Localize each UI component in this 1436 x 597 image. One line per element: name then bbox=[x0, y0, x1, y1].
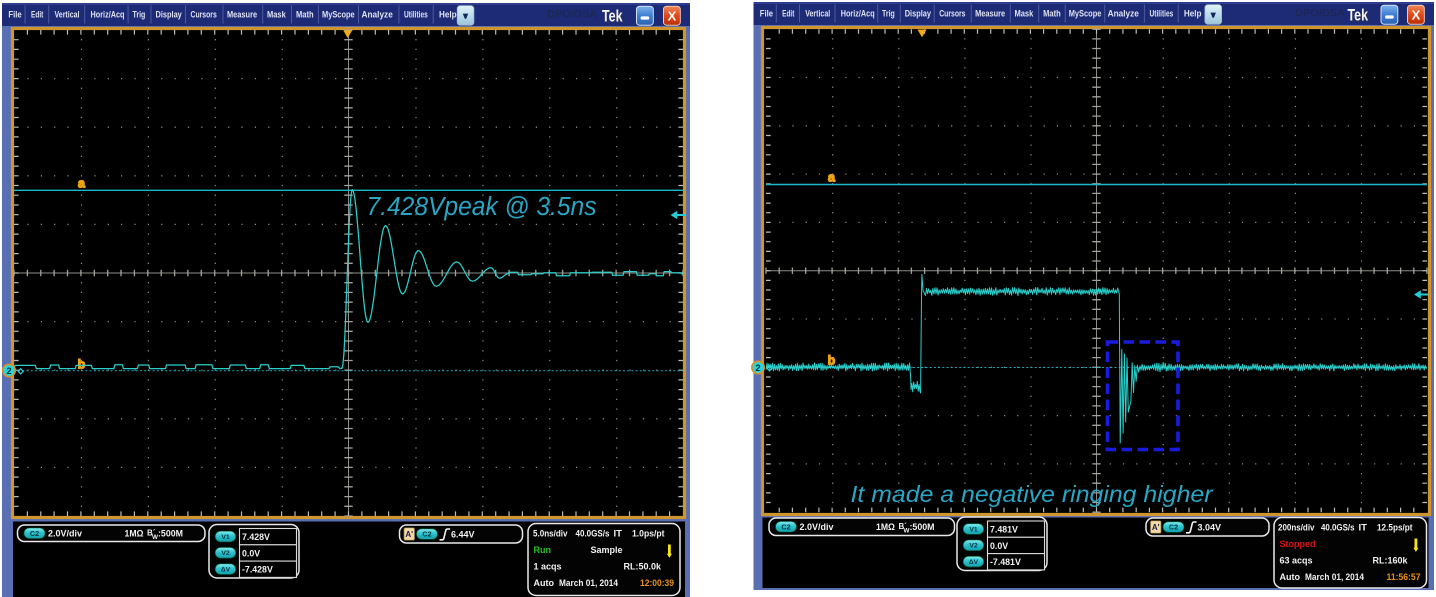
svg-text:0.0V: 0.0V bbox=[242, 548, 260, 558]
svg-text:Display: Display bbox=[905, 9, 932, 19]
svg-text:Auto: Auto bbox=[1280, 572, 1301, 582]
svg-text:7.481V: 7.481V bbox=[990, 525, 1018, 535]
svg-text:-7.428V: -7.428V bbox=[242, 565, 273, 575]
svg-text:V2: V2 bbox=[221, 550, 230, 557]
svg-text:Run: Run bbox=[534, 545, 552, 555]
svg-text:March 01, 2014: March 01, 2014 bbox=[1305, 572, 1364, 582]
svg-text:Analyze: Analyze bbox=[1108, 9, 1139, 19]
svg-text:Cursors: Cursors bbox=[191, 10, 217, 20]
svg-text::500M: :500M bbox=[158, 529, 183, 539]
svg-text:11:56:57: 11:56:57 bbox=[1387, 572, 1421, 582]
svg-text:MyScope: MyScope bbox=[322, 10, 355, 20]
svg-text:March 01, 2014: March 01, 2014 bbox=[559, 578, 618, 588]
svg-text:Analyze: Analyze bbox=[362, 10, 393, 20]
svg-text:C2: C2 bbox=[781, 522, 790, 531]
svg-text:C2: C2 bbox=[1169, 523, 1178, 532]
svg-text:40.0GS/s: 40.0GS/s bbox=[1321, 522, 1355, 532]
svg-text:Edit: Edit bbox=[782, 9, 794, 19]
svg-text:IT: IT bbox=[1359, 522, 1368, 532]
svg-text:Horiz/Acq: Horiz/Acq bbox=[91, 10, 125, 20]
svg-text:Stopped: Stopped bbox=[1280, 539, 1316, 549]
svg-text:7.428V: 7.428V bbox=[242, 532, 270, 542]
svg-text:ΔV: ΔV bbox=[221, 567, 231, 574]
svg-text:1MΩ: 1MΩ bbox=[125, 529, 144, 539]
svg-text:Tek: Tek bbox=[1348, 6, 1369, 24]
svg-text:Utilities: Utilities bbox=[404, 10, 428, 20]
svg-text:Auto: Auto bbox=[534, 578, 555, 588]
svg-text:1 acqs: 1 acqs bbox=[534, 562, 562, 572]
svg-text:C2: C2 bbox=[30, 529, 39, 538]
svg-text:Sample: Sample bbox=[591, 545, 623, 555]
svg-text:3.04V: 3.04V bbox=[1198, 522, 1222, 532]
svg-text:b: b bbox=[78, 357, 86, 371]
svg-text:Cursors: Cursors bbox=[939, 9, 965, 19]
svg-text:a: a bbox=[828, 171, 836, 185]
svg-text:File: File bbox=[8, 10, 21, 20]
svg-text:Mask: Mask bbox=[1015, 9, 1034, 19]
svg-text:MyScope: MyScope bbox=[1069, 9, 1102, 19]
svg-text:Tek: Tek bbox=[602, 7, 623, 25]
svg-text:DPO/DSA: DPO/DSA bbox=[547, 9, 597, 21]
svg-text:Measure: Measure bbox=[227, 10, 257, 20]
svg-text:1.0ps/pt: 1.0ps/pt bbox=[632, 528, 665, 538]
svg-text:Trig: Trig bbox=[882, 9, 895, 19]
svg-text:200ns/div: 200ns/div bbox=[1278, 522, 1315, 532]
svg-text:RL:50.0k: RL:50.0k bbox=[623, 562, 662, 572]
svg-text:-7.481V: -7.481V bbox=[990, 557, 1021, 567]
svg-text::500M: :500M bbox=[910, 522, 935, 532]
svg-text:Mask: Mask bbox=[267, 10, 286, 20]
svg-text:Vertical: Vertical bbox=[55, 10, 80, 20]
svg-text:A': A' bbox=[1152, 523, 1160, 532]
svg-text:Help: Help bbox=[1184, 9, 1202, 19]
svg-text:DPO/DSA: DPO/DSA bbox=[1295, 8, 1345, 20]
svg-text:0.0V: 0.0V bbox=[990, 541, 1008, 551]
svg-text:7.428Vpeak @ 3.5ns: 7.428Vpeak @ 3.5ns bbox=[367, 193, 597, 221]
svg-text:Math: Math bbox=[1043, 9, 1061, 19]
svg-text:Horiz/Acq: Horiz/Acq bbox=[841, 9, 875, 19]
svg-text:6.44V: 6.44V bbox=[451, 529, 475, 539]
svg-text:2.0V/div: 2.0V/div bbox=[800, 522, 834, 532]
svg-text:2: 2 bbox=[6, 366, 11, 377]
svg-text:Display: Display bbox=[156, 10, 183, 20]
svg-text:V1: V1 bbox=[969, 526, 978, 533]
svg-text:2.0V/div: 2.0V/div bbox=[48, 529, 82, 539]
svg-text:IT: IT bbox=[614, 528, 623, 538]
svg-text:A': A' bbox=[405, 530, 413, 539]
svg-text:File: File bbox=[760, 9, 773, 19]
svg-text:a: a bbox=[78, 177, 86, 191]
svg-text:Utilities: Utilities bbox=[1150, 9, 1174, 19]
svg-text:V1: V1 bbox=[221, 534, 230, 541]
svg-text:C2: C2 bbox=[422, 530, 431, 539]
svg-text:V2: V2 bbox=[969, 543, 978, 550]
svg-text:X: X bbox=[1412, 8, 1421, 23]
svg-text:ΔV: ΔV bbox=[969, 559, 979, 566]
svg-text:2: 2 bbox=[755, 363, 760, 374]
svg-text:Help: Help bbox=[439, 10, 457, 20]
svg-text:12:00:39: 12:00:39 bbox=[640, 578, 674, 588]
svg-text:RL:160k: RL:160k bbox=[1372, 556, 1408, 566]
svg-text:X: X bbox=[668, 9, 677, 24]
svg-text:Measure: Measure bbox=[975, 9, 1005, 19]
svg-text:40.0GS/s: 40.0GS/s bbox=[576, 528, 610, 538]
svg-text:1MΩ: 1MΩ bbox=[876, 522, 895, 532]
svg-text:5.0ns/div: 5.0ns/div bbox=[533, 528, 568, 538]
svg-text:Math: Math bbox=[296, 10, 314, 20]
svg-text:Edit: Edit bbox=[31, 10, 43, 20]
svg-text:63 acqs: 63 acqs bbox=[1280, 556, 1313, 566]
svg-text:12.5ps/pt: 12.5ps/pt bbox=[1377, 522, 1413, 532]
svg-text:It made a negative ringing hig: It made a negative ringing higher bbox=[851, 481, 1214, 507]
svg-text:Vertical: Vertical bbox=[805, 9, 830, 19]
svg-text:Trig: Trig bbox=[133, 10, 146, 20]
